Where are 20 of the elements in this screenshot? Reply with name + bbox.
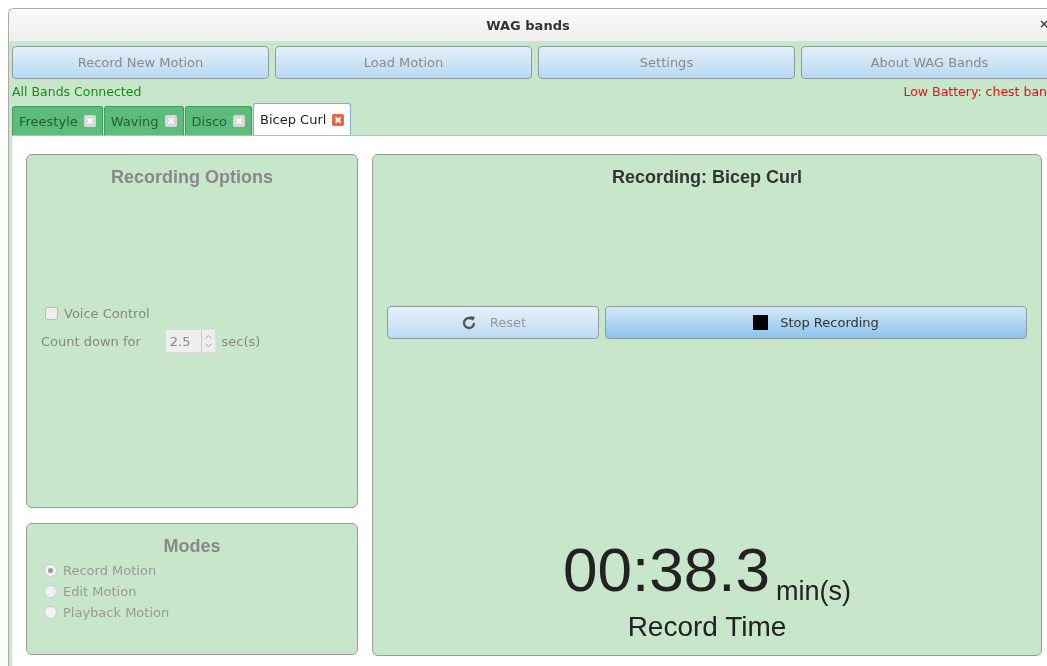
battery-warning: Low Battery: chest ban bbox=[903, 84, 1047, 99]
panel-title: Recording Options bbox=[110, 167, 274, 188]
stop-icon bbox=[753, 315, 769, 330]
timer-unit: min(s) bbox=[775, 576, 851, 607]
stop-button[interactable]: Stop Recording bbox=[605, 306, 1027, 339]
timer-value: 00:38.3 bbox=[563, 539, 770, 601]
radio-label: Record Motion bbox=[63, 563, 157, 578]
close-button[interactable]: × bbox=[1038, 17, 1047, 31]
panel-title: Recording: Bicep Curl bbox=[612, 167, 802, 188]
window-title: WAG bands bbox=[486, 17, 570, 33]
unit-label: sec(s) bbox=[221, 333, 261, 349]
connection-status: All Bands Connected bbox=[12, 84, 142, 99]
field-label: Count down for bbox=[41, 333, 141, 349]
panel-title: Modes bbox=[162, 536, 222, 557]
close-icon[interactable] bbox=[332, 113, 345, 126]
tab[interactable]: Bicep Curl bbox=[253, 103, 352, 135]
radio-label: Edit Motion bbox=[63, 584, 137, 599]
radio-label: Playback Motion bbox=[63, 605, 170, 620]
timer-caption: Record Time bbox=[627, 611, 787, 643]
checkbox-label: Voice Control bbox=[64, 306, 150, 321]
